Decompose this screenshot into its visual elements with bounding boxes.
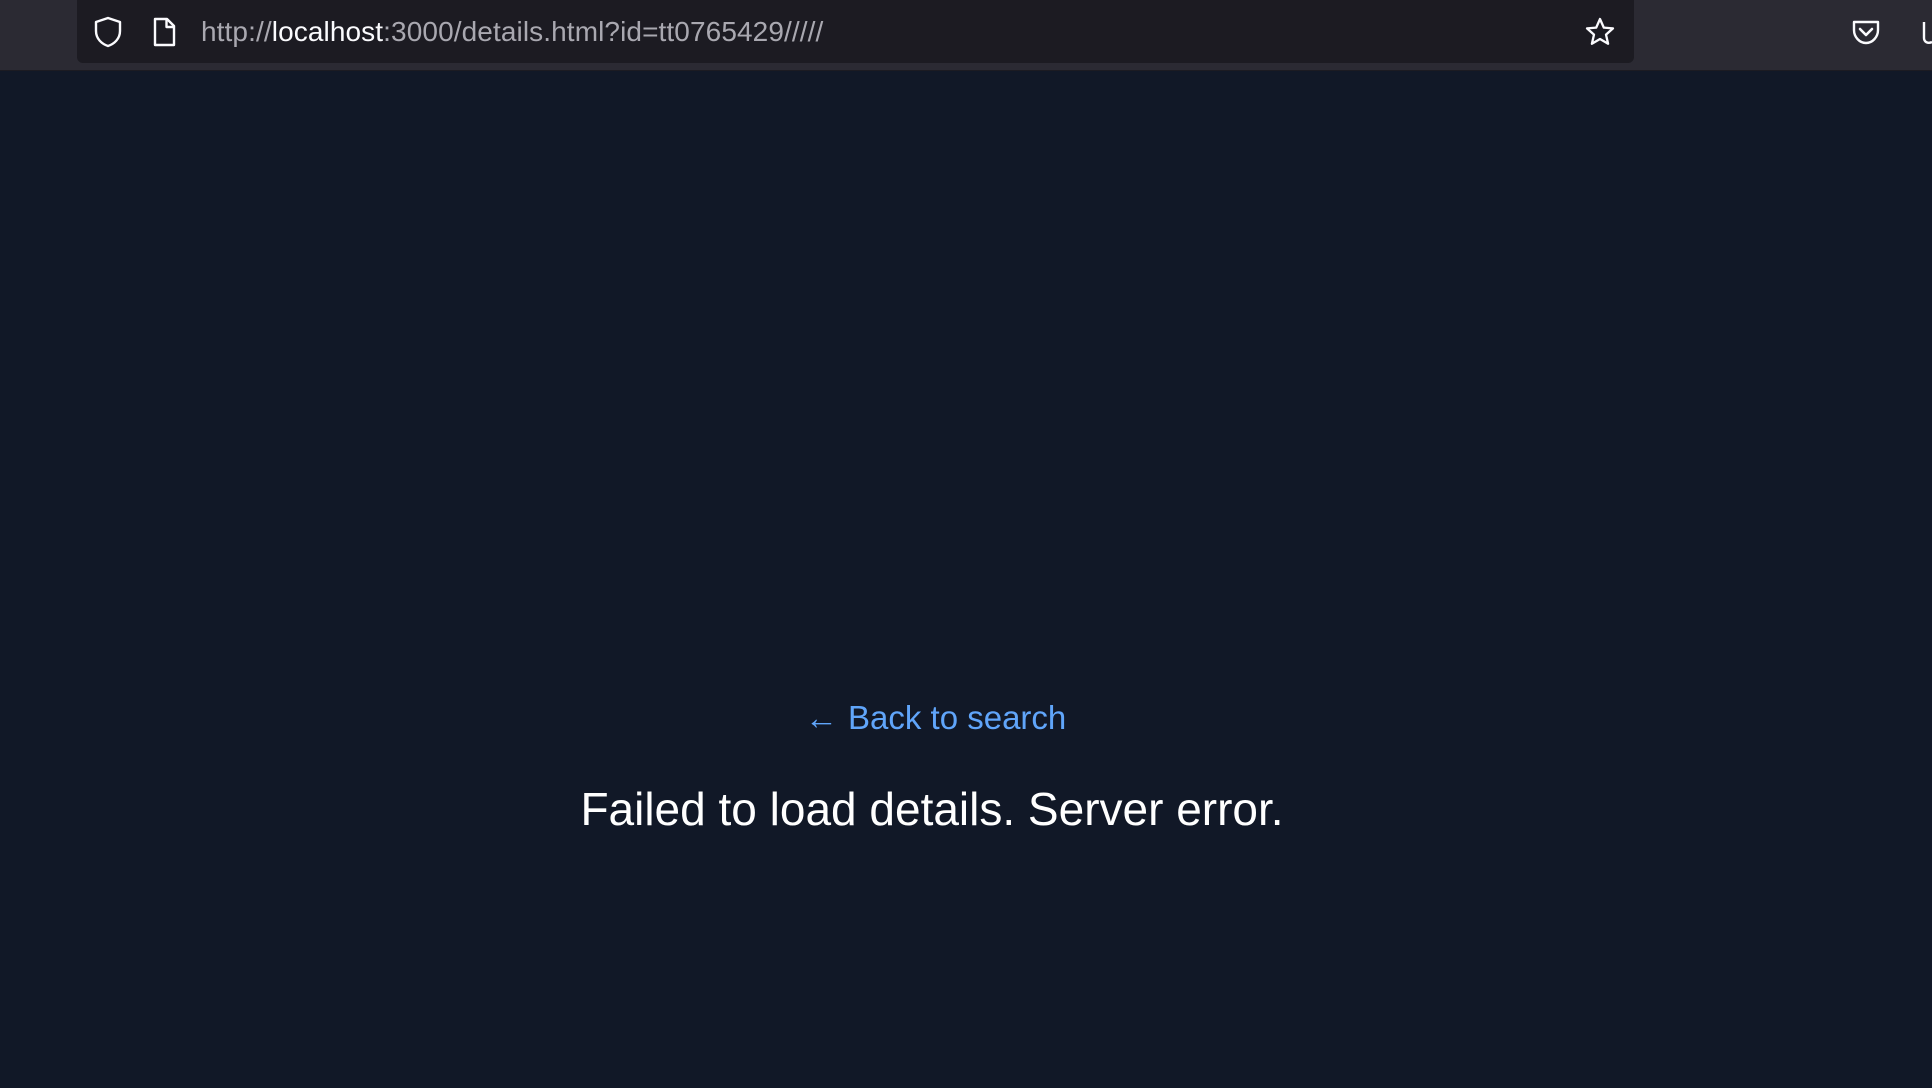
error-message: Failed to load details. Server error. xyxy=(580,783,1284,835)
page-content: ← Back to search Failed to load details.… xyxy=(0,71,1932,1088)
shield-icon[interactable] xyxy=(92,16,124,48)
address-bar[interactable]: http://localhost:3000/details.html?id=tt… xyxy=(77,0,1634,63)
extensions-icon[interactable] xyxy=(1918,16,1932,48)
url-path: :3000/details.html?id=tt0765429///// xyxy=(383,16,824,47)
browser-toolbar: http://localhost:3000/details.html?id=tt… xyxy=(0,0,1932,71)
page-icon[interactable] xyxy=(148,16,180,48)
url-host: localhost xyxy=(271,16,384,47)
back-link-label: Back to search xyxy=(848,699,1067,736)
back-to-search-link[interactable]: ← Back to search xyxy=(805,696,1066,740)
arrow-left-icon: ← xyxy=(805,699,838,736)
url-scheme: http:// xyxy=(201,16,272,47)
url-text[interactable]: http://localhost:3000/details.html?id=tt… xyxy=(201,14,823,50)
star-icon[interactable] xyxy=(1584,16,1616,48)
pocket-icon[interactable] xyxy=(1850,16,1882,48)
